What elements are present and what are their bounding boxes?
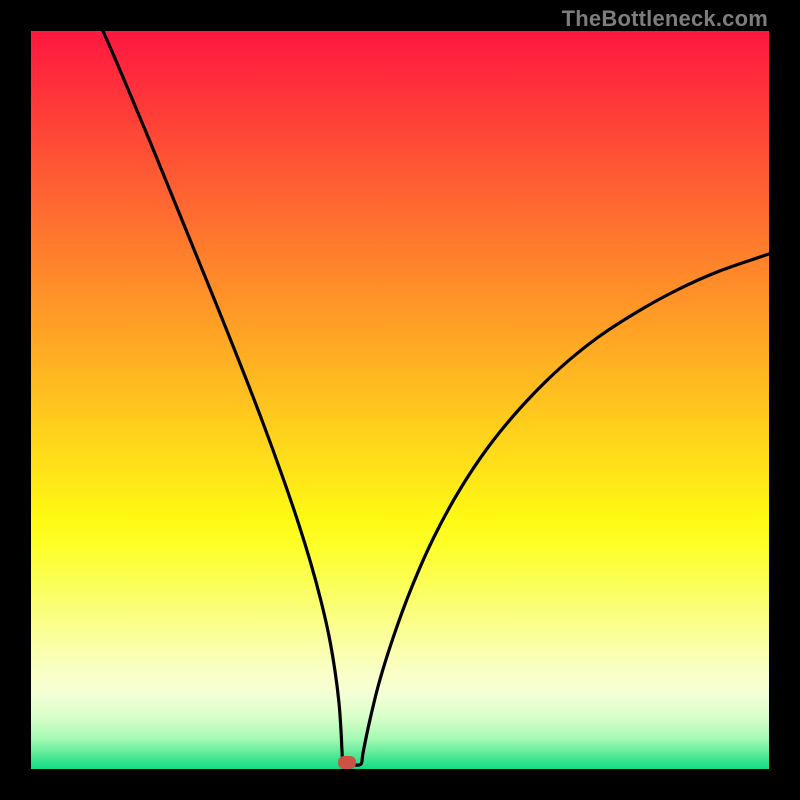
chart-frame: TheBottleneck.com bbox=[0, 0, 800, 800]
minimum-marker bbox=[338, 756, 356, 769]
watermark-text: TheBottleneck.com bbox=[562, 6, 768, 32]
gradient-background bbox=[31, 31, 769, 769]
plot-area bbox=[31, 31, 769, 769]
